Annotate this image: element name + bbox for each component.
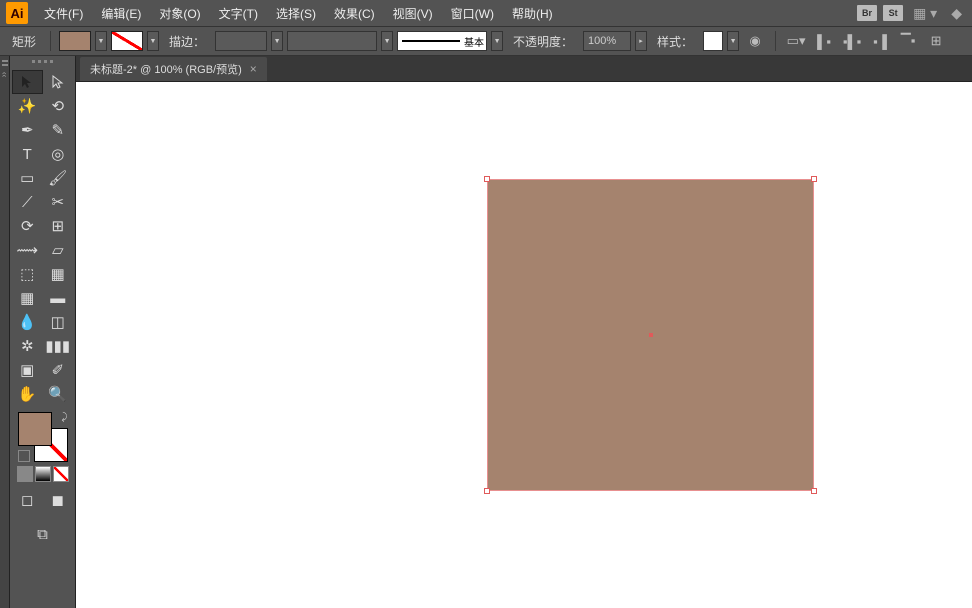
magic-wand-tool[interactable]: ✨	[12, 94, 43, 118]
opacity-dropdown[interactable]: ▸	[635, 31, 647, 51]
fill-stroke-control: ⤸	[12, 412, 73, 482]
variable-width-dropdown[interactable]: ▼	[381, 31, 393, 51]
variable-width-profile[interactable]	[287, 31, 377, 51]
fill-swatch[interactable]	[59, 31, 91, 51]
fill-dropdown[interactable]: ▼	[95, 31, 107, 51]
curvature-tool[interactable]: ✎	[43, 118, 74, 142]
menu-select[interactable]: 选择(S)	[268, 2, 324, 25]
collapsed-panel-left[interactable]: ‹‹	[0, 56, 10, 608]
resize-handle-top-right[interactable]	[811, 176, 817, 182]
menu-effect[interactable]: 效果(C)	[326, 2, 383, 25]
document-tab[interactable]: 未标题-2* @ 100% (RGB/预览) ×	[80, 57, 267, 81]
control-bar: 矩形 ▼ ▼ 描边： ▼ ▼ 基本 ▼ 不透明度： 100% ▸ 样式： ▼ ◉…	[0, 26, 972, 56]
stroke-label: 描边：	[163, 33, 211, 50]
gradient-mode-icon[interactable]	[35, 466, 51, 482]
resize-handle-bottom-right[interactable]	[811, 488, 817, 494]
menu-edit[interactable]: 编辑(E)	[93, 2, 149, 25]
toolbox: ✨ ⟲ ✒ ✎ T ◎ ▭ 🖌 ⟋ ✂ ⟳ ⊞ ⟿ ▱ ⬚ ▦	[10, 56, 76, 608]
default-fill-stroke-icon[interactable]	[18, 450, 30, 462]
stock-icon[interactable]: St	[883, 5, 903, 21]
brush-definition[interactable]: 基本	[397, 31, 487, 51]
menu-view[interactable]: 视图(V)	[385, 2, 441, 25]
resize-handle-top-left[interactable]	[484, 176, 490, 182]
divider	[50, 31, 51, 51]
symbol-sprayer-tool[interactable]: ✲	[12, 334, 43, 358]
menu-file[interactable]: 文件(F)	[36, 2, 91, 25]
opacity-field[interactable]: 100%	[583, 31, 631, 51]
align-center-icon[interactable]: ▪▌▪	[840, 29, 864, 53]
lasso-tool[interactable]: ⟲	[43, 94, 74, 118]
perspective-grid-tool[interactable]: ▦	[43, 262, 74, 286]
slice-tool[interactable]: ✐	[43, 358, 74, 382]
style-label: 样式：	[651, 33, 699, 50]
blend-tool[interactable]: ◫	[43, 310, 74, 334]
brush-dropdown[interactable]: ▼	[491, 31, 503, 51]
center-point-icon	[649, 333, 653, 337]
draw-normal-icon[interactable]: ◻	[12, 488, 43, 512]
menu-window[interactable]: 窗口(W)	[443, 2, 502, 25]
canvas[interactable]	[76, 82, 972, 608]
draw-behind-icon[interactable]: ◼	[43, 488, 74, 512]
paintbrush-tool[interactable]: 🖌	[43, 166, 74, 190]
zoom-tool[interactable]: 🔍	[43, 382, 74, 406]
screen-mode-icon[interactable]: ⧉	[27, 522, 58, 546]
shape-builder-tool[interactable]: ⬚	[12, 262, 43, 286]
rectangle-tool[interactable]: ▭	[12, 166, 43, 190]
fill-color-box[interactable]	[18, 412, 52, 446]
rotate-tool[interactable]: ⟳	[12, 214, 43, 238]
style-dropdown[interactable]: ▼	[727, 31, 739, 51]
align-top-icon[interactable]: ▔▪	[896, 29, 920, 53]
hand-tool[interactable]: ✋	[12, 382, 43, 406]
gradient-tool[interactable]: ▬	[43, 286, 74, 310]
transform-icon[interactable]: ⊞	[924, 29, 948, 53]
gpu-icon[interactable]: ◆	[947, 5, 966, 22]
menu-object[interactable]: 对象(O)	[151, 2, 208, 25]
artboard-tool[interactable]: ▣	[12, 358, 43, 382]
color-mode-icon[interactable]	[17, 466, 33, 482]
document-tab-title: 未标题-2* @ 100% (RGB/预览)	[90, 61, 242, 77]
eyedropper-tool[interactable]: 💧	[12, 310, 43, 334]
menubar: Ai 文件(F) 编辑(E) 对象(O) 文字(T) 选择(S) 效果(C) 视…	[0, 0, 972, 26]
selection-tool[interactable]	[12, 70, 43, 94]
selected-rectangle-shape[interactable]	[488, 180, 813, 490]
type-tool[interactable]: T	[12, 142, 43, 166]
document-area: 未标题-2* @ 100% (RGB/预览) ×	[76, 56, 972, 608]
graphic-style-swatch[interactable]	[703, 31, 723, 51]
width-tool[interactable]: ⟿	[12, 238, 43, 262]
opacity-label: 不透明度：	[507, 33, 579, 50]
align-right-icon[interactable]: ▪▐	[868, 29, 892, 53]
resize-handle-bottom-left[interactable]	[484, 488, 490, 494]
stroke-weight-field[interactable]	[215, 31, 267, 51]
stroke-dropdown[interactable]: ▼	[147, 31, 159, 51]
document-tabs: 未标题-2* @ 100% (RGB/预览) ×	[76, 56, 972, 82]
arrange-documents-icon[interactable]: ▦ ▾	[909, 5, 941, 22]
swap-fill-stroke-icon[interactable]: ⤸	[62, 412, 68, 423]
recolor-icon[interactable]: ◉	[743, 29, 767, 53]
stroke-weight-dropdown[interactable]: ▼	[271, 31, 283, 51]
reflect-tool[interactable]: ⊞	[43, 214, 74, 238]
align-to-icon[interactable]: ▭▾	[784, 29, 808, 53]
stroke-swatch[interactable]	[111, 31, 143, 51]
scissors-tool[interactable]: ✂	[43, 190, 74, 214]
align-left-icon[interactable]: ▌▪	[812, 29, 836, 53]
free-transform-tool[interactable]: ▱	[43, 238, 74, 262]
bridge-icon[interactable]: Br	[857, 5, 877, 21]
menu-help[interactable]: 帮助(H)	[504, 2, 561, 25]
pen-tool[interactable]: ✒	[12, 118, 43, 142]
shaper-tool[interactable]: ⟋	[12, 190, 43, 214]
divider	[775, 31, 776, 51]
touch-type-tool[interactable]: ◎	[43, 142, 74, 166]
app-logo: Ai	[6, 2, 28, 24]
close-tab-icon[interactable]: ×	[250, 62, 257, 76]
column-graph-tool[interactable]: ▮▮▮	[43, 334, 74, 358]
direct-selection-tool[interactable]	[43, 70, 74, 94]
none-mode-icon[interactable]	[53, 466, 69, 482]
selection-type-label: 矩形	[6, 33, 42, 50]
mesh-tool[interactable]: ▦	[12, 286, 43, 310]
menu-type[interactable]: 文字(T)	[211, 2, 266, 25]
